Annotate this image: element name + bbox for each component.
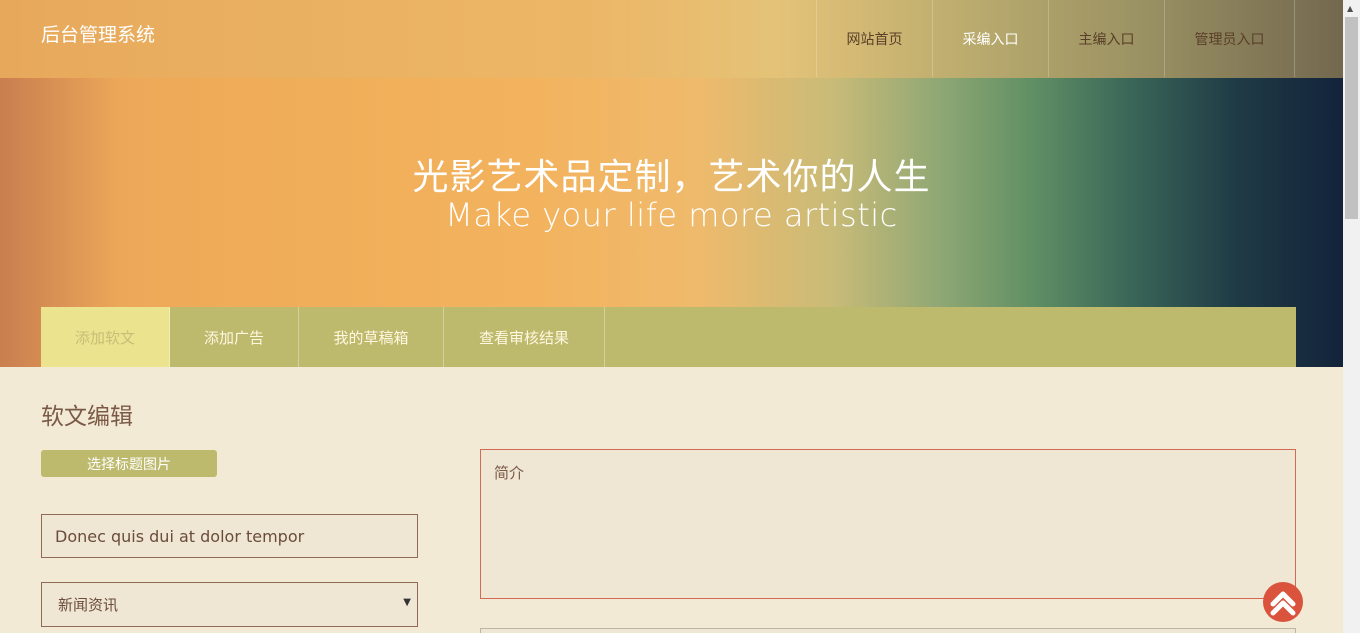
hero-subtitle: Make your life more artistic — [445, 196, 898, 234]
category-select[interactable]: 新闻资讯 ▼ — [41, 582, 418, 627]
caret-down-icon: ▼ — [403, 597, 411, 608]
pick-title-image-button[interactable]: 选择标题图片 — [41, 450, 217, 477]
nav-item-home[interactable]: 网站首页 — [816, 0, 932, 77]
site-brand[interactable]: 后台管理系统 — [41, 20, 155, 47]
tab-add-ad[interactable]: 添加广告 — [170, 307, 299, 367]
title-input[interactable]: Donec quis dui at dolor tempor — [41, 514, 418, 558]
top-navbar: 后台管理系统 网站首页 采编入口 主编入口 管理员入口 — [0, 0, 1343, 78]
tab-review-results[interactable]: 查看审核结果 — [444, 307, 605, 367]
vertical-scrollbar[interactable]: ▲ — [1343, 0, 1360, 633]
hero-title: 光影艺术品定制，艺术你的人生 — [412, 157, 931, 198]
next-field[interactable] — [480, 628, 1296, 633]
function-tabs: 添加软文 添加广告 我的草稿箱 查看审核结果 — [41, 307, 1296, 367]
back-to-top-button[interactable] — [1263, 582, 1303, 622]
scroll-up-arrow-icon[interactable]: ▲ — [1347, 4, 1353, 13]
hero-banner: 后台管理系统 网站首页 采编入口 主编入口 管理员入口 光影艺术品定制，艺术你的… — [0, 0, 1343, 367]
category-selected-value: 新闻资讯 — [58, 596, 119, 614]
nav-item-chief-editor-entry[interactable]: 主编入口 — [1048, 0, 1164, 77]
section-title: 软文编辑 — [41, 404, 133, 430]
main-nav: 网站首页 采编入口 主编入口 管理员入口 — [816, 0, 1295, 77]
summary-textarea[interactable]: 简介 — [480, 449, 1296, 599]
nav-item-admin-entry[interactable]: 管理员入口 — [1164, 0, 1295, 77]
tab-add-article[interactable]: 添加软文 — [41, 307, 170, 367]
double-chevron-up-icon — [1270, 591, 1296, 616]
tab-drafts[interactable]: 我的草稿箱 — [299, 307, 444, 367]
summary-placeholder: 简介 — [494, 464, 525, 482]
scrollbar-thumb[interactable] — [1345, 17, 1358, 219]
nav-item-editor-entry[interactable]: 采编入口 — [932, 0, 1048, 77]
